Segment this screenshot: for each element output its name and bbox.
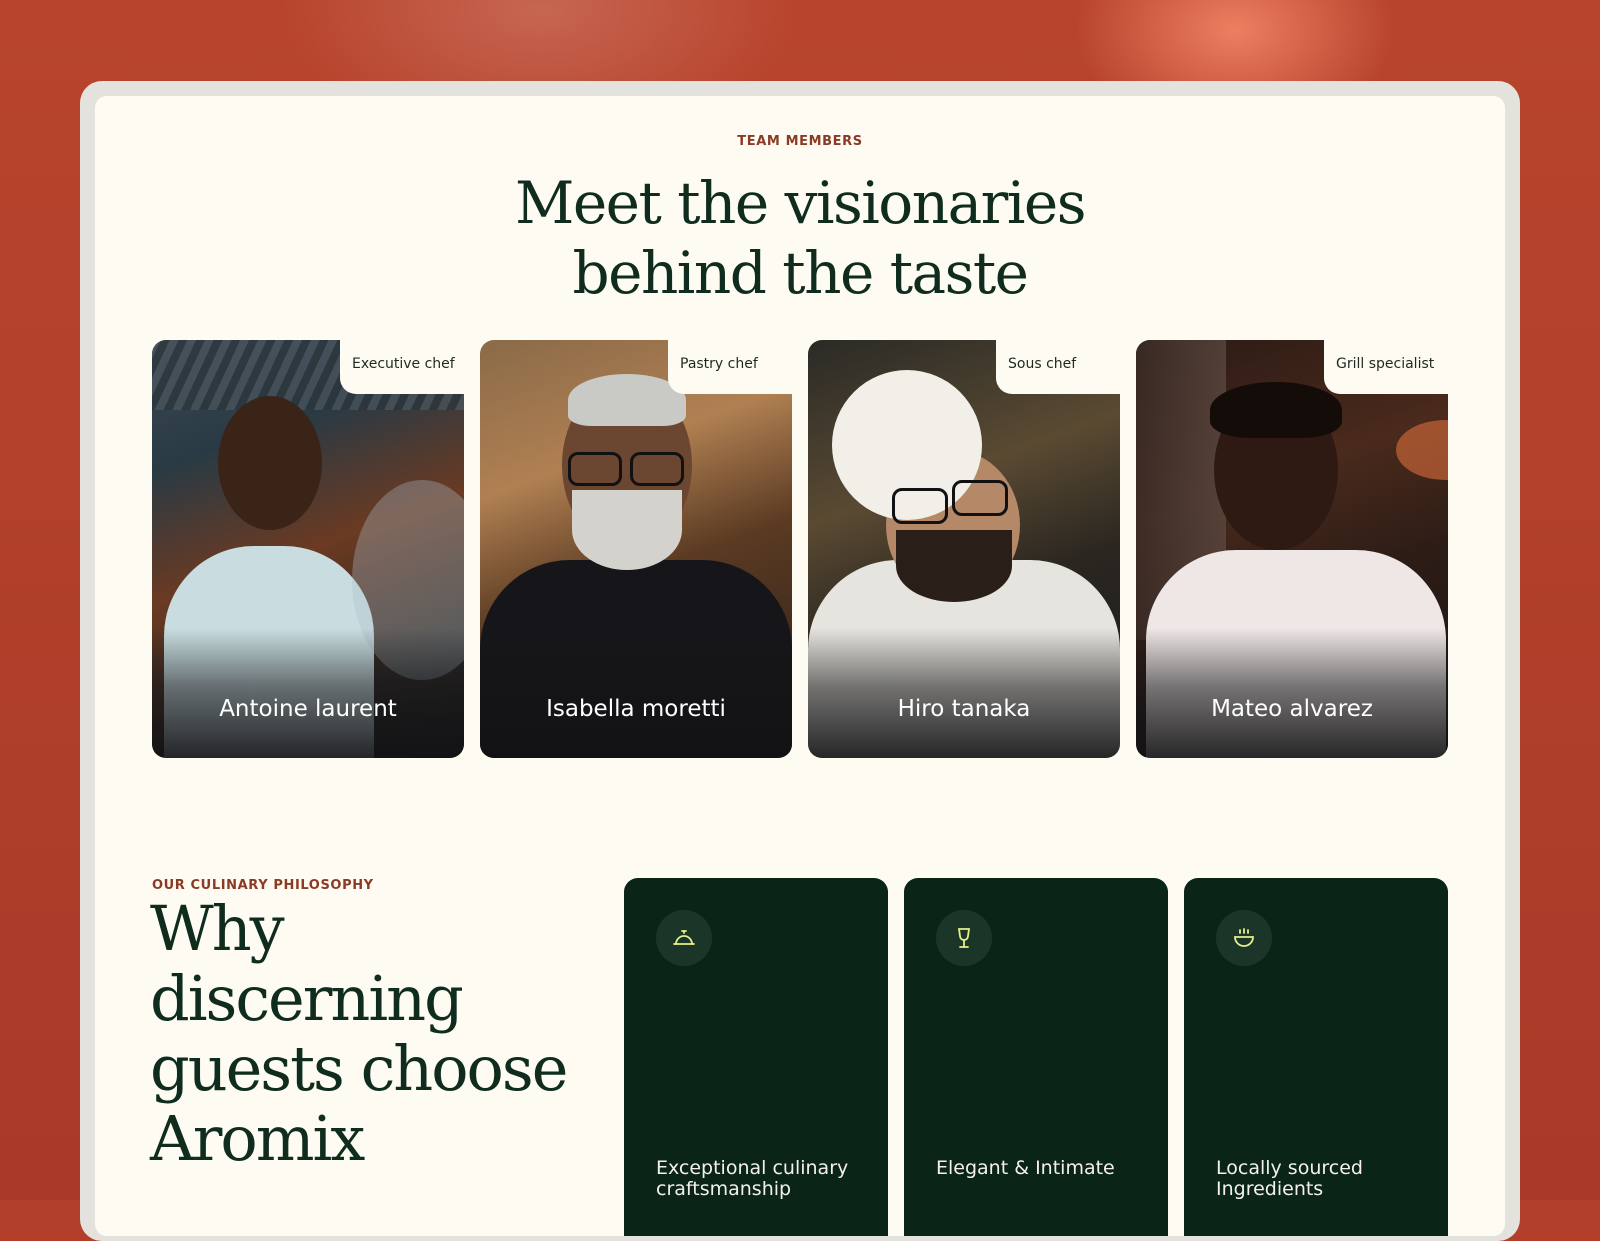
feature-card-ingredients[interactable]: Locally sourced Ingredients bbox=[1184, 878, 1448, 1236]
chef-name: Antoine laurent bbox=[219, 696, 397, 722]
team-title-line-1: Meet the visionaries bbox=[514, 169, 1087, 237]
wine-glass-icon bbox=[936, 910, 992, 966]
bowl-icon bbox=[1216, 910, 1272, 966]
team-title-line-2: behind the taste bbox=[572, 239, 1029, 307]
role-label: Grill specialist bbox=[1336, 356, 1435, 372]
team-card-mateo[interactable]: Grill specialist Mateo alvarez bbox=[1136, 338, 1450, 758]
philosophy-eyebrow: OUR CULINARY PHILOSOPHY bbox=[152, 878, 374, 893]
feature-title: Exceptional culinary craftsmanship bbox=[656, 1157, 849, 1200]
chef-name: Hiro tanaka bbox=[897, 696, 1031, 722]
role-label: Executive chef bbox=[352, 356, 455, 372]
chef-name: Mateo alvarez bbox=[1211, 696, 1373, 722]
team-card-hiro[interactable]: Sous chef Hiro tanaka bbox=[808, 338, 1122, 758]
feature-title: Elegant & Intimate bbox=[936, 1157, 1115, 1179]
feature-title: Locally sourced Ingredients bbox=[1216, 1157, 1363, 1200]
feature-card-elegant[interactable]: Elegant & Intimate bbox=[904, 878, 1168, 1236]
cloche-icon bbox=[656, 910, 712, 966]
feature-card-craftsmanship[interactable]: Exceptional culinary craftsmanship bbox=[624, 878, 888, 1236]
team-card-isabella[interactable]: Pastry chef Isabella moretti bbox=[480, 338, 794, 758]
philosophy-title: Why discerning guests choose Aromix bbox=[150, 892, 568, 1175]
team-eyebrow: TEAM MEMBERS bbox=[737, 134, 863, 149]
chef-name: Isabella moretti bbox=[546, 696, 726, 722]
role-label: Pastry chef bbox=[680, 356, 758, 372]
team-card-antoine[interactable]: Executive chef Antoine laurent bbox=[152, 338, 466, 758]
team-title: Meet the visionaries behind the taste bbox=[95, 168, 1505, 308]
role-label: Sous chef bbox=[1008, 356, 1077, 372]
page: TEAM MEMBERS Meet the visionaries behind… bbox=[95, 96, 1505, 1236]
